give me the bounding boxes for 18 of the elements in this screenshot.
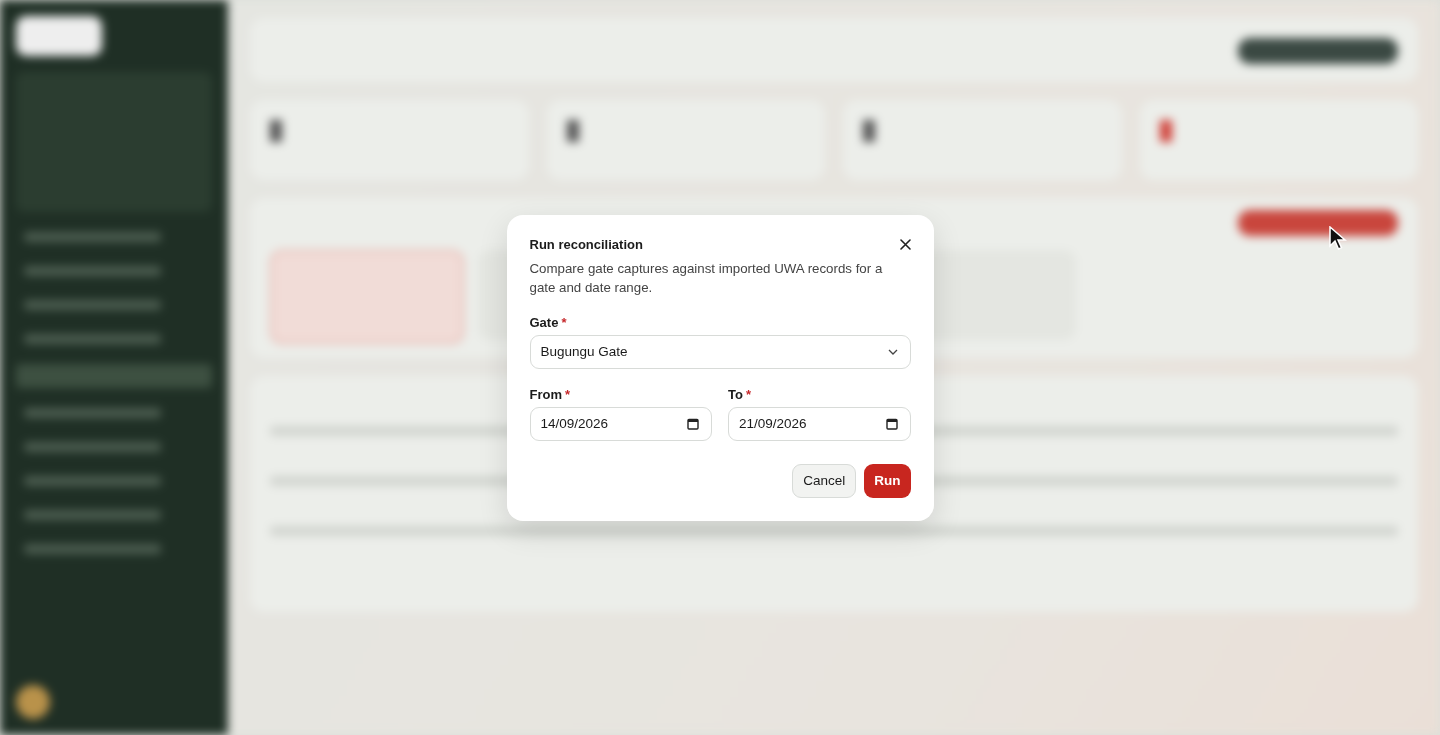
dialog-description: Compare gate captures against imported UWA records for a gate and date range.: [529, 259, 884, 297]
calendar-icon: [687, 417, 699, 430]
field-label: Gate: [529, 314, 559, 330]
cancel-button[interactable]: Cancel: [792, 463, 857, 498]
dialog-title: Run reconciliation: [529, 236, 643, 252]
required-mark: *: [745, 386, 751, 402]
field-label: From: [529, 386, 562, 402]
chevron-down-icon: [887, 348, 898, 355]
date-field[interactable]: 14/09/2026: [529, 406, 712, 441]
field-label: To: [728, 386, 743, 402]
date-field[interactable]: 21/09/2026: [728, 406, 911, 441]
close-icon[interactable]: [899, 238, 911, 250]
required-mark: *: [561, 314, 567, 330]
required-mark: *: [565, 386, 571, 402]
run-button[interactable]: Run: [864, 463, 911, 498]
select-field[interactable]: Bugungu Gate: [529, 334, 911, 369]
calendar-icon: [885, 417, 898, 430]
mouse-pointer-icon: [1329, 226, 1347, 252]
